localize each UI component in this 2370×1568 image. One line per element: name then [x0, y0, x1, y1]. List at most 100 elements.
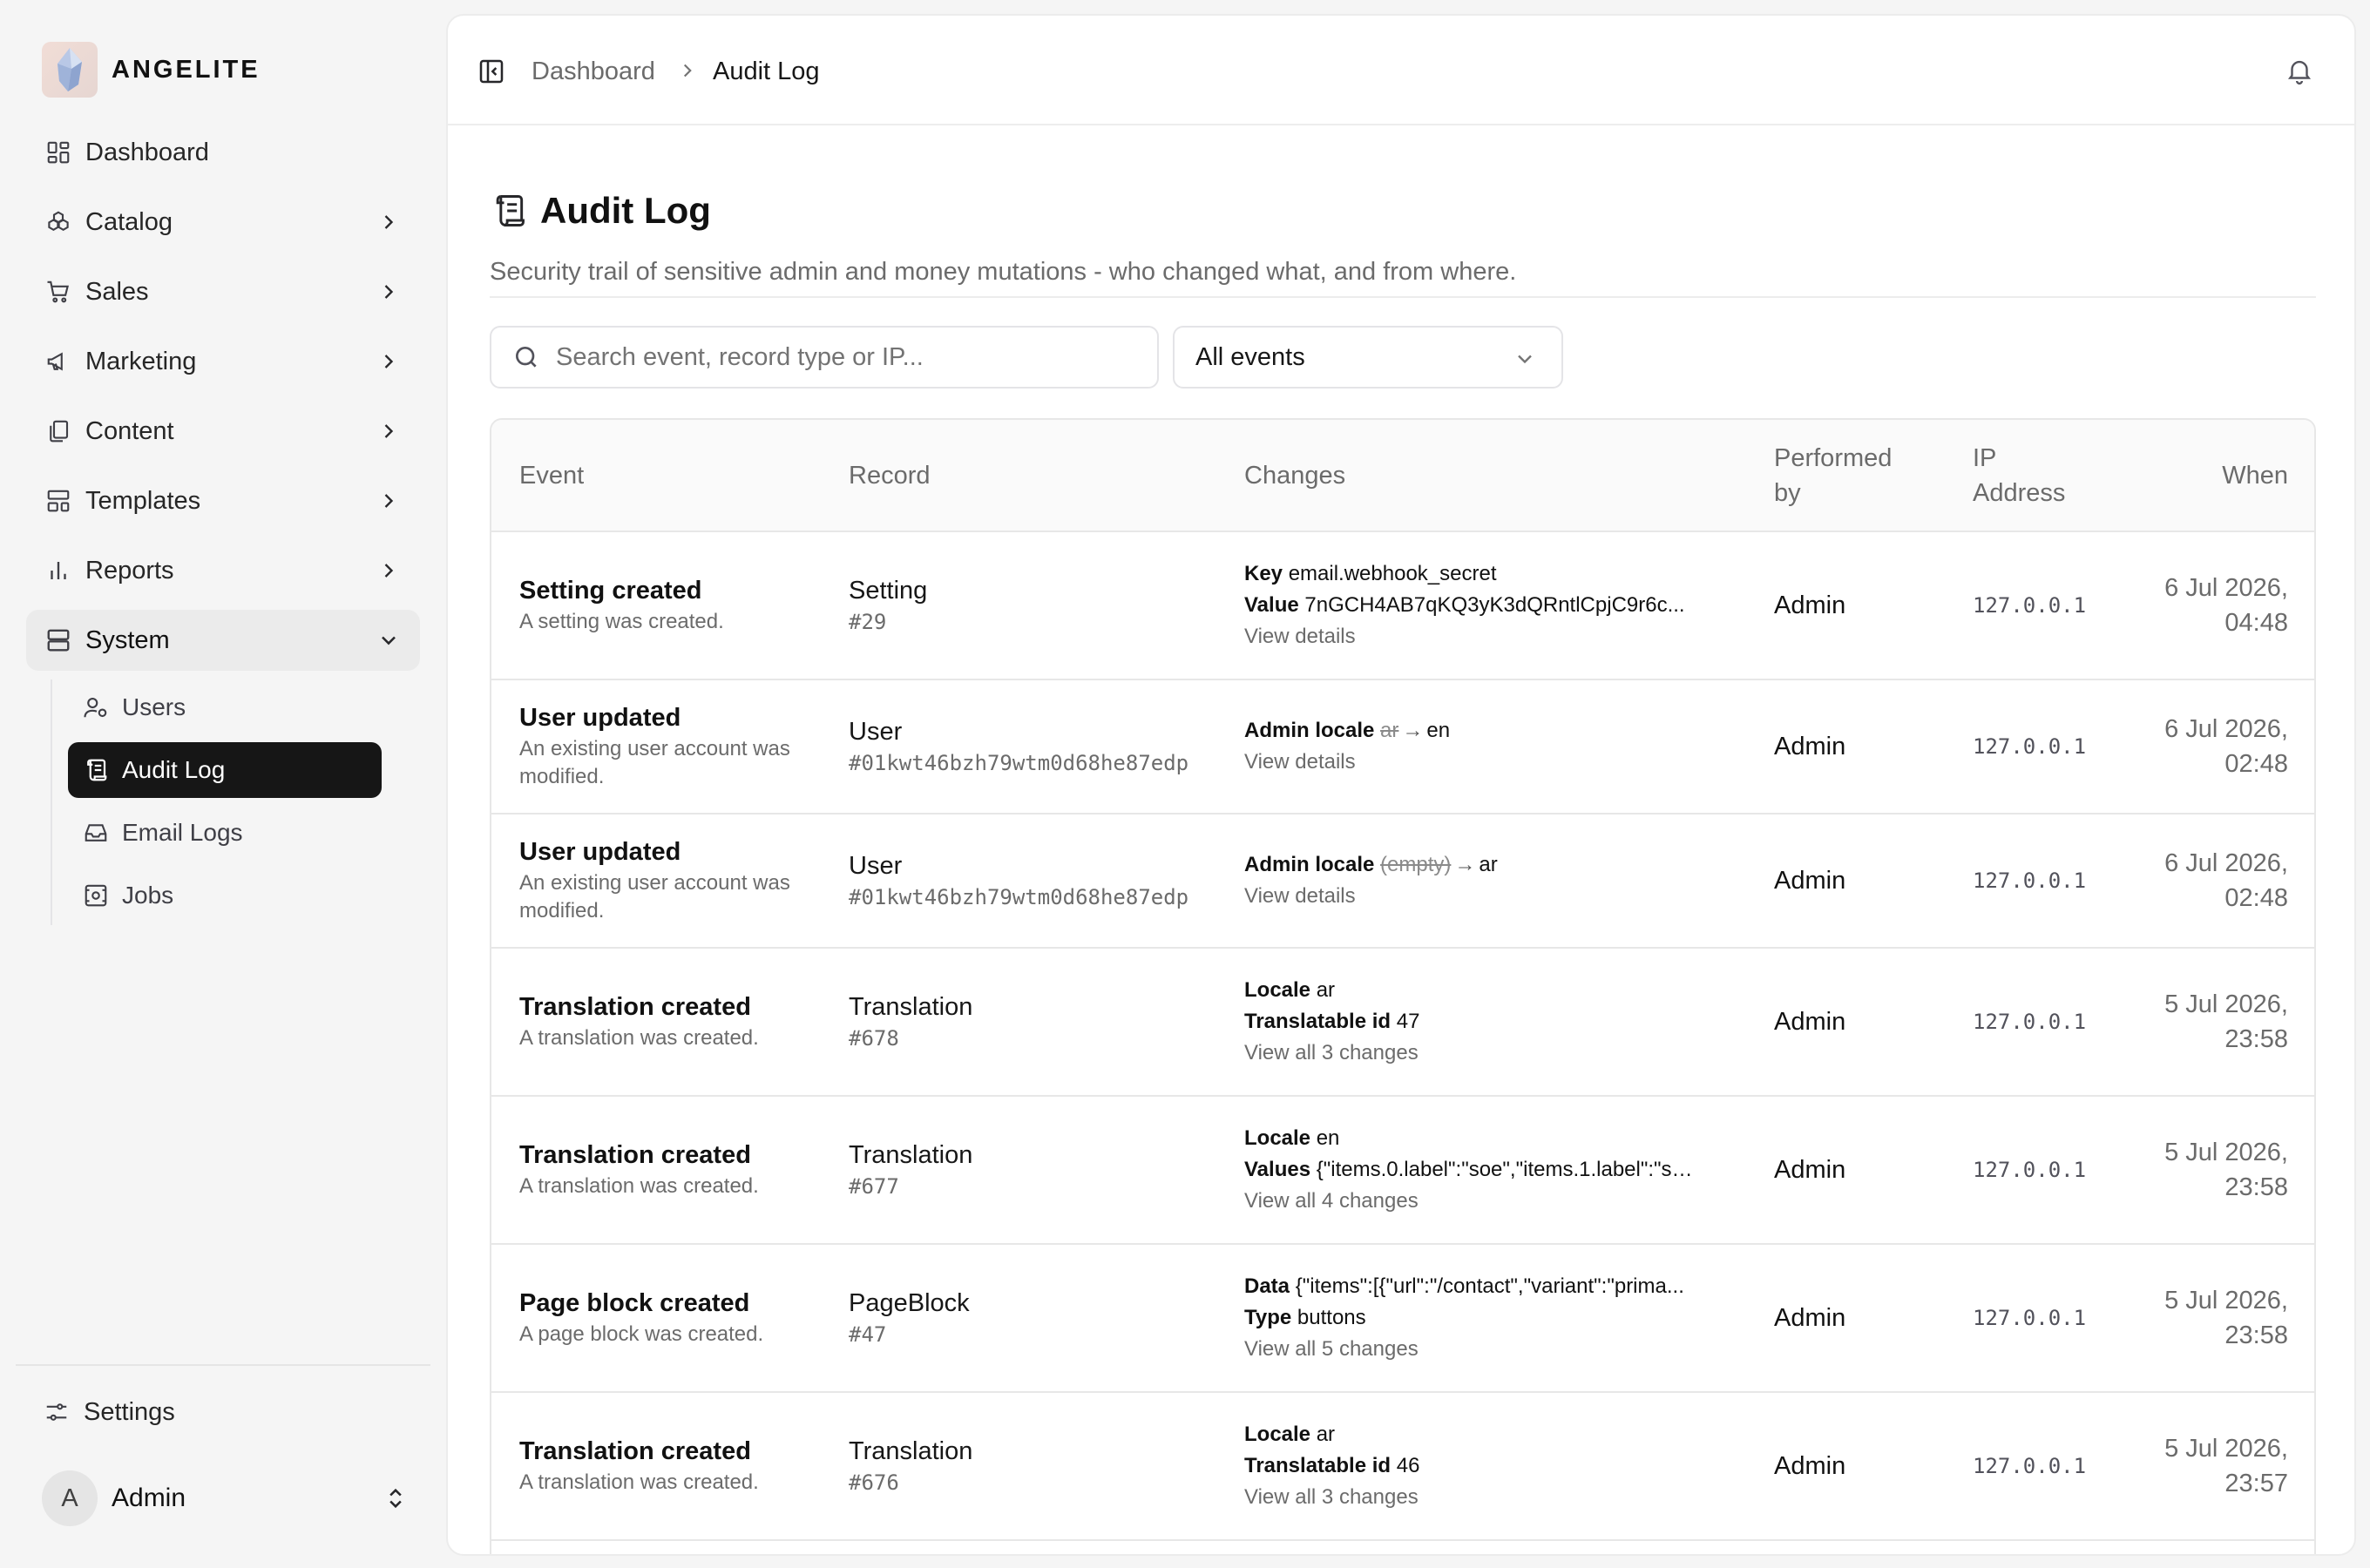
performed-by: Admin: [1746, 1244, 1945, 1393]
view-all-changes-link[interactable]: View all 4 changes: [1244, 1186, 1746, 1217]
sidebar-item-label: Users: [122, 693, 186, 720]
view-all-changes-link[interactable]: View all 3 changes: [1244, 1482, 1746, 1513]
record-id: #677: [849, 1174, 899, 1199]
event-description: A setting was created.: [519, 610, 724, 633]
change-line: Admin locale ar → en: [1244, 715, 1697, 747]
brand-logo: [42, 42, 98, 98]
event-cell: User updated An existing user account wa…: [491, 814, 821, 949]
sidebar-item-label: Audit Log: [122, 756, 226, 783]
sidebar-item-dashboard[interactable]: Dashboard: [26, 122, 420, 183]
performed-by: Admin: [1746, 679, 1945, 814]
change-key: Admin locale: [1244, 719, 1375, 742]
sliders-icon: [42, 1397, 71, 1427]
sidebar-item-marketing[interactable]: Marketing: [26, 331, 420, 392]
table-row[interactable]: Translation created A translation was cr…: [491, 948, 2314, 1097]
change-key: Locale: [1244, 1126, 1311, 1150]
search-box[interactable]: [490, 326, 1159, 389]
brand[interactable]: ANGELITE: [42, 42, 261, 98]
breadcrumb-parent[interactable]: Dashboard: [532, 56, 655, 87]
record-cell: Translation #678: [821, 948, 1216, 1097]
sidebar-item-system[interactable]: System: [26, 610, 420, 671]
view-details-link[interactable]: View details: [1244, 747, 1746, 778]
sidebar-item-templates[interactable]: Templates: [26, 470, 420, 531]
record-id: #29: [849, 610, 887, 634]
view-details-link[interactable]: View details: [1244, 621, 1746, 652]
table-row[interactable]: Translation created A translation was cr…: [491, 1096, 2314, 1245]
record-type: Translation: [849, 993, 973, 1021]
table-row[interactable]: User updated An existing user account wa…: [491, 679, 2314, 814]
when-time: 23:58: [2224, 1321, 2288, 1349]
sidebar-item-label: Dashboard: [85, 138, 209, 166]
record-type: Translation: [849, 1141, 973, 1169]
when-date: 5 Jul 2026,: [2164, 1287, 2288, 1315]
arrow-right-icon: →: [1402, 719, 1424, 742]
sidebar-item-users[interactable]: Users: [68, 679, 382, 735]
chevrons-up-down-icon: [383, 1486, 408, 1511]
table-row[interactable]: Translation created A translation was cr…: [491, 1392, 2314, 1541]
table-row[interactable]: User updated An existing user account wa…: [491, 814, 2314, 949]
record-id: #01kwt46bzh79wtm0d68he87edp: [849, 885, 1189, 909]
record-type: PageBlock: [849, 1289, 970, 1317]
change-key: Translatable id: [1244, 1010, 1392, 1033]
change-value: 7nGCH4AB7qKQ3yK3dQRntlCpjC9r6c...: [1304, 593, 1685, 617]
view-all-changes-link[interactable]: View all 3 changes: [1244, 1037, 1746, 1069]
when-time: 04:48: [2224, 609, 2288, 637]
record-cell: User #01kwt46bzh79wtm0d68he87edp: [821, 679, 1216, 814]
column-header-when[interactable]: When: [2131, 420, 2314, 532]
bell-icon[interactable]: [2285, 56, 2314, 85]
when-cell: 6 Jul 2026, 02:48: [2131, 679, 2314, 814]
sidebar-item-catalog[interactable]: Catalog: [26, 192, 420, 253]
sidebar-item-reports[interactable]: Reports: [26, 540, 420, 601]
view-details-link[interactable]: View details: [1244, 881, 1746, 912]
record-cell: User #01kwt46bzh79wtm0d68he87edp: [821, 814, 1216, 949]
user-menu[interactable]: A Admin: [42, 1470, 408, 1526]
column-header-ip[interactable]: IP Address: [1945, 420, 2131, 532]
sidebar-toggle-icon[interactable]: [477, 57, 505, 85]
page-subtitle: Security trail of sensitive admin and mo…: [490, 258, 1517, 286]
table-row[interactable]: Page block created A page block was crea…: [491, 1244, 2314, 1393]
event-filter-select[interactable]: All events: [1173, 326, 1563, 389]
when-time: 02:48: [2224, 884, 2288, 912]
sidebar-item-sales[interactable]: Sales: [26, 261, 420, 322]
when-date: 5 Jul 2026,: [2164, 1435, 2288, 1463]
column-header-event[interactable]: Event: [491, 420, 821, 532]
when-cell: 5 Jul 2026, 23:58: [2131, 1096, 2314, 1245]
event-name: Setting created: [519, 577, 702, 605]
record-id: #676: [849, 1470, 899, 1495]
inbox-icon: [82, 819, 110, 847]
change-value: en: [1426, 719, 1451, 742]
when-date: 5 Jul 2026,: [2164, 1139, 2288, 1166]
page-header: Audit Log: [490, 190, 711, 232]
sidebar-item-email-logs[interactable]: Email Logs: [68, 805, 382, 861]
changes-cell: Locale ar Translatable id 47 View all 3 …: [1216, 948, 1746, 1097]
change-key: Admin locale: [1244, 853, 1375, 876]
table-row[interactable]: Setting created A setting was created. S…: [491, 531, 2314, 680]
sidebar-item-settings[interactable]: Settings: [42, 1382, 175, 1443]
sidebar-item-content[interactable]: Content: [26, 401, 420, 462]
topbar: Dashboard Audit Log: [448, 16, 2354, 125]
chevron-right-icon: [376, 558, 401, 583]
column-header-performed-by[interactable]: Performed by: [1746, 420, 1945, 532]
server-icon: [44, 625, 73, 655]
column-header-changes[interactable]: Changes: [1216, 420, 1746, 532]
column-header-record[interactable]: Record: [821, 420, 1216, 532]
sidebar-item-jobs[interactable]: Jobs: [68, 868, 382, 923]
changes-cell: Locale en Values {"items.0.label":"soe",…: [1216, 1096, 1746, 1245]
when-time: 23:58: [2224, 1025, 2288, 1053]
record-type: Translation: [849, 1437, 973, 1465]
record-id: #47: [849, 1322, 887, 1347]
change-old-value: ar: [1380, 719, 1399, 742]
users-icon: [82, 693, 110, 721]
change-line: Locale ar: [1244, 975, 1697, 1006]
view-all-changes-link[interactable]: View all 5 changes: [1244, 1334, 1746, 1365]
search-input[interactable]: [556, 342, 1122, 372]
event-cell: Translation created A translation was cr…: [491, 948, 821, 1097]
sidebar-item-audit-log[interactable]: Audit Log: [68, 742, 382, 798]
event-description: A page block was created.: [519, 1322, 764, 1346]
avatar: A: [42, 1470, 98, 1526]
record-cell: Translation #676: [821, 1392, 1216, 1541]
sidebar: ANGELITE Dashboard Catalog Sales Marketi…: [0, 0, 444, 1568]
changes-cell: Admin locale ar → en View details: [1216, 679, 1746, 814]
chevron-right-icon: [376, 489, 401, 513]
user-name: Admin: [112, 1484, 186, 1512]
